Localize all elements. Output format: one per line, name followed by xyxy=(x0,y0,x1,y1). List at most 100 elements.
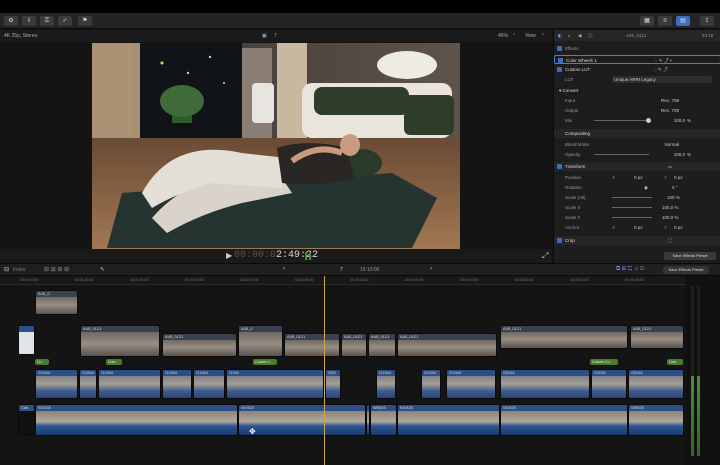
mix-value[interactable]: 100,0 xyxy=(674,116,685,125)
scale-all-value[interactable]: 100 % xyxy=(667,193,680,202)
opacity-value[interactable]: 100,0 xyxy=(674,150,685,159)
broll-clip[interactable]: G2041 xyxy=(591,369,627,399)
primary-clip[interactable]: W0925 xyxy=(370,404,397,436)
scale-y-slider[interactable] xyxy=(612,217,652,218)
upper-clip[interactable]: A45_0121 xyxy=(500,325,628,349)
convert-header[interactable]: ▾ Convert xyxy=(554,86,720,95)
scale-all-slider[interactable] xyxy=(612,197,652,198)
play-icon[interactable]: ▶ xyxy=(226,251,232,260)
mix-slider-knob[interactable] xyxy=(646,118,651,123)
crop-checkbox[interactable] xyxy=(557,238,562,243)
mix-slider[interactable] xyxy=(594,118,651,123)
effect-checkbox[interactable] xyxy=(558,58,563,63)
view-menu[interactable]: View xyxy=(525,33,536,39)
broll-clip[interactable]: G1944 xyxy=(376,369,396,399)
key-icon[interactable]: ⚿ xyxy=(40,16,54,26)
primary-clip[interactable]: W1928 xyxy=(238,404,366,436)
rotation-value[interactable]: 0 ° xyxy=(672,183,678,192)
save-effects-preset-button[interactable]: Save Effects Preset xyxy=(664,252,716,260)
share-icon[interactable]: ⇪ xyxy=(700,16,714,26)
primary-clip[interactable]: W0928 xyxy=(628,404,684,436)
broll-clip[interactable]: G1944 xyxy=(446,369,496,399)
save-preset-label[interactable]: Save Effects Preset xyxy=(663,266,709,274)
primary-clip[interactable]: W1928 xyxy=(35,404,238,436)
scale-x-slider[interactable] xyxy=(612,207,652,208)
color-inspector-icon[interactable]: ◐ xyxy=(568,31,571,40)
broll-clip[interactable]: G1944 xyxy=(98,369,161,399)
lut-select[interactable]: Unique ARRI Legacy xyxy=(612,76,712,83)
upper-clip[interactable]: A45_0121 xyxy=(284,333,340,357)
upper-clip[interactable]: A45_0121 xyxy=(341,333,367,357)
color-adjust-clip[interactable]: Colo.. xyxy=(667,359,683,365)
broll-clip[interactable]: G1944 xyxy=(193,369,225,399)
clapper-icon[interactable]: ▣ xyxy=(262,33,267,39)
mask-icon[interactable]: ◌ ✎ ⤴ xyxy=(654,65,667,74)
blend-select[interactable]: Normal xyxy=(664,140,679,149)
effects-checkbox[interactable] xyxy=(557,46,562,51)
color-adjust-clip[interactable]: Custom Co.. xyxy=(590,359,618,365)
position-y-value[interactable]: 0 px xyxy=(674,173,683,182)
layout-icon[interactable]: ⊟ xyxy=(4,266,9,273)
next-arrow-icon[interactable]: › xyxy=(430,266,432,272)
primary-clip[interactable]: W1928 xyxy=(397,404,500,436)
mask-icon[interactable]: ◌ ✎ ⤴ ▿ xyxy=(655,56,672,65)
zoom-select[interactable]: 46% xyxy=(498,33,508,39)
anchor-x-value[interactable]: 0 px xyxy=(634,223,643,232)
upper-clip[interactable]: A45_0 xyxy=(238,325,283,357)
effects-header[interactable]: Effects xyxy=(554,44,720,53)
sliders-icon[interactable]: ≡ xyxy=(658,16,672,26)
compositing-header[interactable]: Compositing xyxy=(554,129,720,138)
broll-clip[interactable]: G1944 xyxy=(421,369,441,399)
crop-onscreen-icon[interactable]: ⛶ xyxy=(668,236,671,245)
clip-appearance-icon[interactable]: ⧉ ⊞ ⇆ ♫ ⊡ xyxy=(616,266,644,273)
download-icon[interactable]: ⇩ xyxy=(22,16,36,26)
broll-clip[interactable]: G1944 xyxy=(79,369,97,399)
viewer-video-frame[interactable] xyxy=(92,43,460,249)
color-adjust-clip[interactable]: Custom C.. xyxy=(253,359,277,365)
broll-clip[interactable]: G39 xyxy=(325,369,341,399)
broll-clip[interactable]: G1944 xyxy=(35,369,78,399)
connected-clip[interactable]: A45_0 xyxy=(35,290,78,315)
flag-icon[interactable]: ⚑ xyxy=(78,16,92,26)
playhead[interactable] xyxy=(324,276,325,465)
scale-x-value[interactable]: 100,0 % xyxy=(662,203,679,212)
upper-clip[interactable]: A45_0121 xyxy=(162,333,237,357)
title-clip[interactable] xyxy=(18,325,35,355)
broll-clip[interactable]: G2041 xyxy=(628,369,684,399)
primary-clip[interactable]: Cali.. xyxy=(18,404,35,436)
video-inspector-icon[interactable]: ◧ xyxy=(558,31,562,40)
settings-icon[interactable]: ⚙ xyxy=(4,16,18,26)
effect-row[interactable]: Color Wheels 1 ◌ ✎ ⤴ ▿ xyxy=(554,55,720,64)
upper-clip[interactable]: A45_0121 xyxy=(630,325,684,349)
upper-clip[interactable]: A45_0121 xyxy=(80,325,160,357)
color-adjust-clip[interactable]: Colo.. xyxy=(106,359,122,365)
fullscreen-icon[interactable]: ⤢ xyxy=(542,251,548,261)
upper-clip[interactable]: A45_0121 xyxy=(368,333,396,357)
transform-checkbox[interactable] xyxy=(557,164,562,169)
timeline-tracks[interactable]: A45_0 A45_0121 A45_0121 A45_0 A45_0121 A… xyxy=(0,285,686,465)
scale-y-value[interactable]: 100,0 % xyxy=(662,213,679,222)
effect-checkbox[interactable] xyxy=(557,67,562,72)
opacity-slider[interactable] xyxy=(594,154,649,155)
color-adjust-clip[interactable]: Co.. xyxy=(35,359,49,365)
info-inspector-icon[interactable]: ⓘ xyxy=(588,31,593,40)
rotation-dial-icon[interactable]: ◉ xyxy=(644,183,648,192)
grid-icon[interactable]: ▦ xyxy=(640,16,654,26)
panel-icon[interactable]: ▤ xyxy=(676,16,690,26)
broll-clip[interactable]: G2041 xyxy=(500,369,590,399)
transform-onscreen-icon[interactable]: ▭ xyxy=(668,162,672,171)
prev-arrow-icon[interactable]: ‹ xyxy=(283,266,285,272)
crop-header[interactable]: Crop ⛶ xyxy=(554,236,720,245)
transform-header[interactable]: Transform ▭ xyxy=(554,162,720,171)
anchor-y-value[interactable]: 0 px xyxy=(674,223,683,232)
effect-row[interactable]: Custom LUT ◌ ✎ ⤴ xyxy=(554,65,720,74)
broll-clip[interactable]: G194 xyxy=(226,369,324,399)
broll-clip[interactable]: G1944 xyxy=(162,369,192,399)
primary-clip[interactable]: W1928 xyxy=(500,404,628,436)
view-arrow-icon[interactable]: ⌃ xyxy=(541,33,545,39)
append-icon[interactable]: ⊞ ⊞ ⊞ ⊞ xyxy=(44,266,69,273)
audio-inspector-icon[interactable]: ◀ xyxy=(578,31,581,40)
index-button[interactable]: Index xyxy=(13,267,25,273)
check-icon[interactable]: ✓ xyxy=(58,16,72,26)
timeline-ruler[interactable]: 00:00:10:00 00:01:00:00 00:01:00:00 00:02:0… xyxy=(0,276,686,285)
